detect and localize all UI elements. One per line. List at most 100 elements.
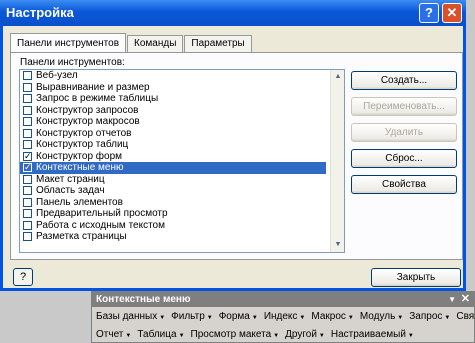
toolbar-list-item-label: Веб-узел (36, 70, 78, 82)
toolbar-checkbox[interactable] (23, 209, 32, 219)
context-menu-item[interactable]: Таблица ▼ (137, 329, 184, 340)
context-menu-item[interactable]: Базы данных ▼ (96, 311, 165, 322)
toolbars-list-label: Панели инструментов: (20, 57, 125, 68)
toolbar-list-item-label: Конструктор таблиц (36, 139, 129, 151)
delete-button[interactable]: Удалить (351, 123, 457, 142)
toolbar-checkbox[interactable] (23, 232, 32, 242)
context-menu-item[interactable]: Отчет ▼ (96, 329, 131, 340)
context-menu-item-label: Базы данных (96, 310, 158, 322)
toolbar-checkbox[interactable] (23, 94, 32, 104)
context-menu-item[interactable]: Фильтр ▼ (171, 311, 213, 322)
context-menu-item-label: Отчет (96, 328, 124, 340)
toolbar-list-item-label: Конструктор отчетов (36, 127, 132, 139)
toolbar-list-item-label: Макет страниц (36, 173, 105, 185)
toolbar-list-item[interactable]: Конструктор запросов (20, 105, 344, 117)
vertical-scrollbar[interactable]: ▲ ▼ (330, 70, 344, 252)
dropdown-arrow-icon: ▼ (347, 314, 354, 321)
context-menu-item[interactable]: Другой ▼ (285, 329, 325, 340)
toolbar-list-item[interactable]: Макет страниц (20, 174, 344, 186)
help-icon-button[interactable]: ? (13, 268, 33, 286)
create-button[interactable]: Создать... (351, 71, 457, 90)
context-menu-item-label: Настраиваемый (330, 328, 406, 340)
tab-commands[interactable]: Команды (127, 35, 184, 52)
context-menu-item[interactable]: Форма ▼ (219, 311, 258, 322)
context-menu-item-label: Другой (285, 328, 317, 340)
dropdown-arrow-icon: ▼ (444, 314, 451, 321)
toolbar-list-item-label: Выравнивание и размер (36, 81, 150, 93)
close-button[interactable]: Закрыть (371, 268, 461, 287)
scroll-up-icon[interactable]: ▲ (331, 70, 344, 84)
toolbar-options-icon[interactable]: ▼ (448, 292, 456, 307)
context-menu-item[interactable]: Модуль ▼ (360, 311, 403, 322)
dropdown-arrow-icon: ▼ (206, 314, 213, 321)
rename-button[interactable]: Переименовать... (351, 97, 457, 116)
toolbar-checkbox[interactable] (23, 128, 32, 138)
context-menu-item-label: Форма (218, 310, 250, 322)
toolbar-row-1: Базы данных ▼ Фильтр ▼ Форма ▼ Индекс ▼ Макрос ▼ М… (92, 307, 475, 325)
close-window-button[interactable]: ✕ (442, 3, 462, 23)
toolbar-title-bar[interactable]: Контекстные меню ▼ ✕ (92, 292, 474, 307)
context-menu-item[interactable]: Индекс ▼ (264, 311, 306, 322)
toolbar-checkbox[interactable] (23, 174, 32, 184)
toolbar-checkbox[interactable] (23, 105, 32, 115)
toolbar-checkbox[interactable] (23, 140, 32, 150)
toolbar-list-item-label: Конструктор запросов (36, 104, 139, 116)
toolbar-checkbox[interactable]: ✓ (23, 151, 32, 161)
toolbar-list-item[interactable]: Конструктор макросов (20, 116, 344, 128)
properties-button[interactable]: Свойства (351, 175, 457, 194)
reset-button[interactable]: Сброс... (351, 149, 457, 168)
toolbar-list-item[interactable]: Конструктор таблиц (20, 139, 344, 151)
context-menu-item-label: Запрос (409, 310, 443, 322)
context-menu-item[interactable]: Настраиваемый ▼ (331, 329, 414, 340)
toolbar-list-item[interactable]: ✓ Конструктор форм (20, 151, 344, 163)
toolbar-list-item[interactable]: Предварительный просмотр (20, 208, 344, 220)
dropdown-arrow-icon: ▼ (178, 332, 185, 339)
title-bar: Настройка ? ✕ (0, 0, 466, 26)
context-menu-item-label: Связь (456, 310, 475, 322)
context-menu-item[interactable]: Связь▼ (456, 311, 475, 322)
toolbar-list-item[interactable]: Разметка страницы (20, 231, 344, 243)
scroll-down-icon[interactable]: ▼ (331, 238, 344, 252)
toolbar-checkbox[interactable] (23, 197, 32, 207)
context-menu-item-label: Макрос (311, 310, 346, 322)
toolbar-list-item[interactable]: ✓ Контекстные меню (20, 162, 326, 174)
toolbar-list-item[interactable]: Запрос в режиме таблицы (20, 93, 344, 105)
dropdown-arrow-icon: ▼ (318, 332, 325, 339)
toolbar-checkbox[interactable] (23, 117, 32, 127)
toolbar-checkbox[interactable] (23, 220, 32, 230)
toolbar-list-item-label: Панель элементов (36, 196, 123, 208)
context-menu-item-label: Модуль (359, 310, 396, 322)
toolbar-list-item-label: Конструктор форм (36, 150, 123, 162)
toolbar-list-item-label: Работа с исходным текстом (36, 219, 165, 231)
toolbar-list-item[interactable]: Работа с исходным текстом (20, 220, 344, 232)
dropdown-arrow-icon: ▼ (407, 332, 414, 339)
context-menu-item-label: Просмотр макета (190, 328, 272, 340)
context-menu-item[interactable]: Запрос ▼ (409, 311, 450, 322)
tab-options[interactable]: Параметры (184, 35, 252, 52)
toolbar-list-item-label: Контекстные меню (36, 162, 124, 174)
dialog-title: Настройка (6, 5, 74, 20)
context-menus-toolbar: Контекстные меню ▼ ✕ Базы данных ▼ Фильтр ▼… (91, 291, 475, 343)
toolbar-list-item[interactable]: Выравнивание и размер (20, 82, 344, 94)
toolbars-list[interactable]: Веб-узел Выравнивание и размер Запрос в ре… (19, 69, 345, 253)
toolbar-list-item[interactable]: Конструктор отчетов (20, 128, 344, 140)
toolbar-checkbox[interactable] (23, 71, 32, 81)
toolbar-list-item[interactable]: Панель элементов (20, 197, 344, 209)
toolbar-checkbox[interactable] (23, 82, 32, 92)
toolbar-checkbox[interactable]: ✓ (23, 163, 32, 173)
toolbar-list-item[interactable]: Область задач (20, 185, 344, 197)
toolbar-list-item-label: Область задач (36, 185, 105, 197)
dropdown-arrow-icon: ▼ (273, 332, 280, 339)
toolbar-row-2: Отчет ▼ Таблица ▼ Просмотр макета ▼ Другой ▼ Нас… (92, 325, 474, 343)
tab-toolbars[interactable]: Панели инструментов (10, 33, 127, 52)
toolbar-list-item-label: Запрос в режиме таблицы (36, 93, 159, 105)
toolbar-close-icon[interactable]: ✕ (461, 292, 470, 307)
help-button[interactable]: ? (419, 3, 439, 23)
context-menu-item[interactable]: Просмотр макета ▼ (191, 329, 280, 340)
toolbar-list-item-label: Предварительный просмотр (36, 208, 168, 220)
toolbar-checkbox[interactable] (23, 186, 32, 196)
context-menu-item-label: Фильтр (171, 310, 205, 322)
tab-strip: Панели инструментов Команды Параметры (10, 33, 253, 53)
context-menu-item[interactable]: Макрос ▼ (311, 311, 353, 322)
toolbar-list-item[interactable]: Веб-узел (20, 70, 344, 82)
